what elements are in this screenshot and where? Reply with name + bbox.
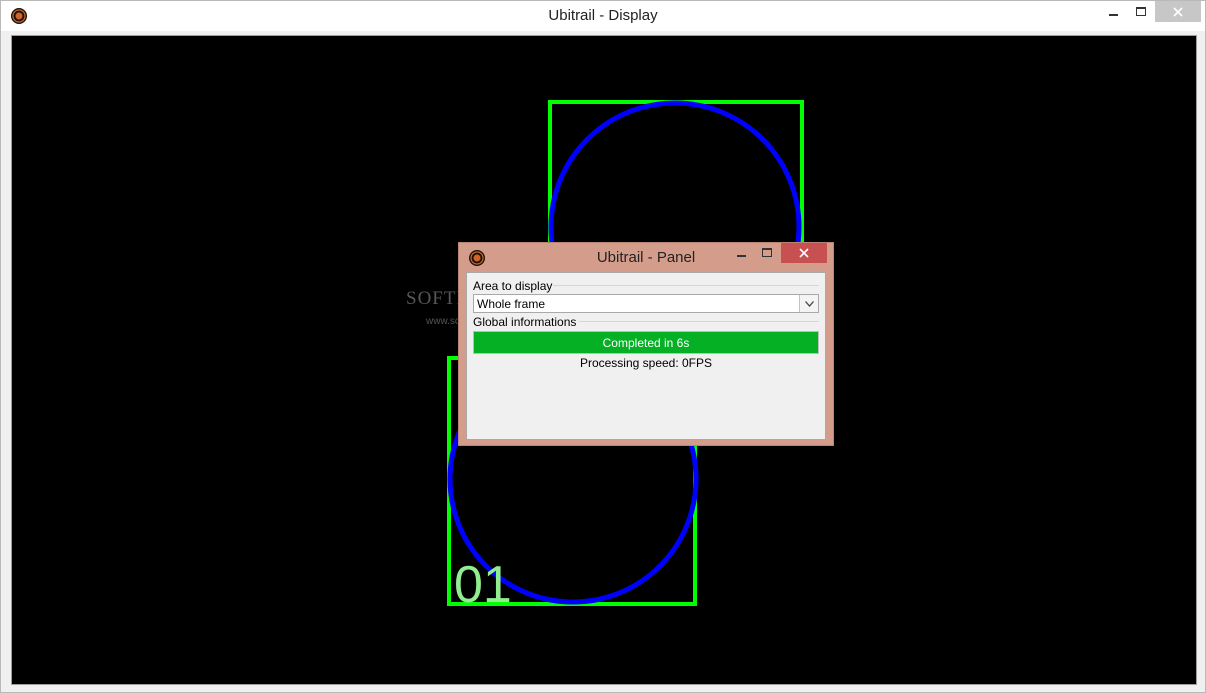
panel-minimize-button[interactable] (731, 243, 753, 263)
area-to-display-select[interactable]: Whole frame (473, 294, 819, 313)
close-icon (799, 248, 809, 258)
global-informations-label: Global informations (473, 315, 577, 329)
close-button[interactable] (1155, 1, 1201, 22)
group-divider (553, 285, 819, 286)
display-window-title: Ubitrail - Display (548, 7, 658, 24)
minimize-icon (737, 255, 746, 257)
maximize-button[interactable] (1127, 1, 1154, 22)
panel-window: Ubitrail - Panel Area to display Whole f… (458, 242, 834, 446)
progress-status-text: Completed in 6s (602, 336, 690, 350)
dropdown-button[interactable] (799, 295, 818, 312)
processing-progress-bar: Completed in 6s (473, 331, 819, 354)
track-id-label: 01 (454, 556, 512, 614)
group-divider (579, 321, 819, 322)
maximize-icon (1135, 6, 1146, 16)
panel-close-button[interactable] (781, 243, 827, 263)
area-select-value: Whole frame (477, 297, 546, 311)
chevron-down-icon (804, 300, 814, 307)
panel-body: Area to display Whole frame Global infor… (466, 272, 826, 440)
minimize-button[interactable] (1101, 1, 1127, 22)
minimize-icon (1109, 13, 1118, 16)
processing-speed-text: Processing speed: 0FPS (579, 356, 713, 370)
maximize-icon (762, 248, 772, 257)
panel-titlebar[interactable]: Ubitrail - Panel (459, 243, 833, 272)
display-titlebar[interactable]: Ubitrail - Display (1, 1, 1205, 31)
close-icon (1173, 6, 1183, 17)
panel-maximize-button[interactable] (756, 243, 778, 263)
area-to-display-label: Area to display (473, 279, 553, 293)
watermark-url: www.so (426, 316, 461, 327)
